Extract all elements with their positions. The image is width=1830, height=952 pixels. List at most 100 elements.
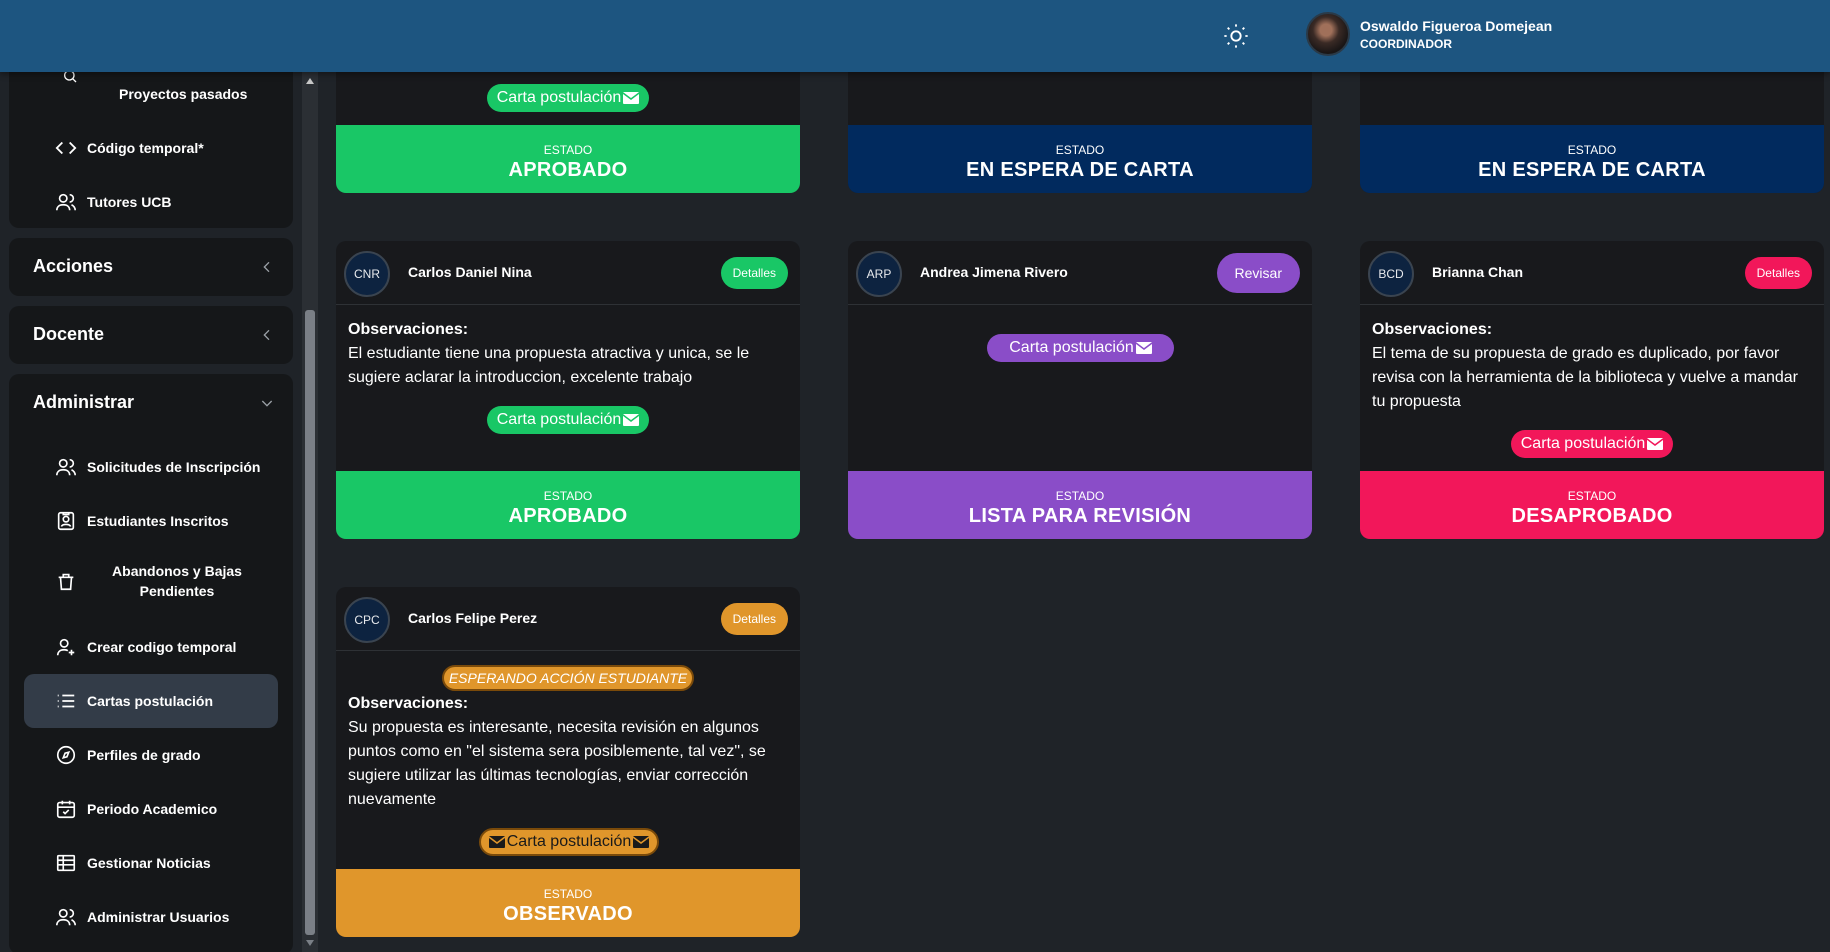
sidebar-item-label: Gestionar Noticias (87, 855, 211, 871)
trash-icon (58, 573, 74, 591)
section-administrar: Administrar Solicitudes de Inscripción E… (9, 374, 293, 952)
chevron-left-icon (263, 261, 270, 273)
sidebar-item-noticias[interactable]: Gestionar Noticias (24, 836, 278, 890)
users-icon (56, 458, 76, 476)
scroll-up-arrow[interactable] (306, 78, 314, 84)
status-label: ESTADO (543, 143, 593, 157)
envelope-icon (623, 414, 640, 426)
sidebar-panel-top: Proyectos pasados Código temporal* Tutor… (9, 62, 293, 228)
envelope-icon (1135, 342, 1152, 354)
status-value: EN ESPERA DE CARTA (1478, 159, 1706, 181)
list-icon (57, 694, 75, 708)
sidebar-item-label: Tutores UCB (87, 194, 172, 210)
scroll-down-arrow[interactable] (306, 940, 314, 946)
status-label: ESTADO (1055, 489, 1105, 503)
sun-icon[interactable] (1222, 22, 1250, 50)
sidebar: Proyectos pasados Código temporal* Tutor… (0, 62, 300, 952)
sidebar-item-label: Cartas postulación (87, 693, 214, 709)
id-badge-icon (57, 511, 75, 531)
chevron-left-icon (263, 329, 270, 341)
observations-title: Observaciones: (348, 321, 469, 338)
carta-postulacion-button[interactable]: Carta postulación (487, 406, 649, 434)
user-role: COORDINADOR (1360, 36, 1452, 51)
sidebar-item-cartas-postulacion[interactable]: Cartas postulación (24, 674, 278, 728)
carta-label: Carta postulación (1520, 435, 1646, 452)
carta-postulacion-button[interactable]: Carta postulación (487, 84, 649, 112)
section-title[interactable]: Administrar (33, 392, 134, 413)
details-button[interactable]: Detalles (720, 603, 788, 635)
card-andrea-jimena-rivero: ARP Andrea Jimena Rivero Revisar Carta p… (848, 241, 1312, 539)
sidebar-item-proyectos-pasados[interactable]: Proyectos pasados (24, 70, 278, 116)
sidebar-item-perfiles[interactable]: Perfiles de grado (24, 728, 278, 782)
status-label: ESTADO (1055, 143, 1105, 157)
compass-icon (56, 745, 76, 765)
carta-postulacion-button[interactable]: Carta postulación (1511, 430, 1673, 458)
carta-label: Carta postulación (496, 89, 622, 106)
carta-postulacion-button[interactable]: Carta postulación (479, 828, 659, 856)
status-bar: ESTADO EN ESPERA DE CARTA (848, 125, 1312, 193)
sidebar-item-tutores-ucb[interactable]: Tutores UCB (24, 175, 278, 229)
sidebar-item-label: Código temporal* (87, 140, 204, 156)
sidebar-item-label: Perfiles de grado (87, 747, 201, 763)
sidebar-item-abandonos[interactable]: Abandonos y Bajas Pendientes (24, 548, 278, 614)
student-name: Andrea Jimena Rivero (920, 264, 1068, 280)
user-menu[interactable]: Oswaldo Figueroa Domejean COORDINADOR (1306, 12, 1552, 56)
status-bar: ESTADO OBSERVADO (336, 869, 800, 937)
status-bar: ESTADO APROBADO (336, 471, 800, 539)
scroll-thumb[interactable] (305, 310, 315, 935)
sidebar-item-solicitudes[interactable]: Solicitudes de Inscripción (24, 440, 278, 494)
envelope-icon (488, 836, 505, 848)
sidebar-item-label: Abandonos y Bajas Pendientes (112, 563, 242, 599)
avatar: BCD (1368, 251, 1414, 297)
sidebar-item-label: Solicitudes de Inscripción (87, 459, 261, 475)
status-bar: ESTADO DESAPROBADO (1360, 471, 1824, 539)
student-name: Brianna Chan (1432, 264, 1524, 280)
details-button[interactable]: Detalles (720, 257, 788, 289)
details-button[interactable]: Detalles (1744, 257, 1812, 289)
status-value: EN ESPERA DE CARTA (966, 159, 1194, 181)
status-value: DESAPROBADO (1511, 505, 1673, 527)
calendar-icon (56, 800, 76, 819)
student-name: Carlos Felipe Perez (408, 610, 538, 626)
status-badge: ESPERANDO ACCIÓN ESTUDIANTE (442, 665, 694, 691)
sidebar-item-codigo-temporal[interactable]: Código temporal* (24, 121, 278, 175)
card-carlos-felipe-perez: CPC Carlos Felipe Perez Detalles ESPERAN… (336, 587, 800, 937)
status-bar: ESTADO EN ESPERA DE CARTA (1360, 125, 1824, 193)
status-value: APROBADO (508, 159, 628, 181)
observations-text: El tema de su propuesta de grado es dupl… (1372, 345, 1799, 410)
card-header: ARP Andrea Jimena Rivero Revisar (848, 241, 1312, 305)
sidebar-item-usuarios[interactable]: Administrar Usuarios (24, 890, 278, 944)
status-value: APROBADO (508, 505, 628, 527)
avatar: ARP (856, 251, 902, 297)
status-label: ESTADO (1567, 489, 1617, 503)
users-icon (56, 193, 76, 211)
card-header: CPC Carlos Felipe Perez Detalles (336, 587, 800, 651)
status-bar: ESTADO LISTA PARA REVISIÓN (848, 471, 1312, 539)
status-label: ESTADO (543, 887, 593, 901)
status-label: ESTADO (543, 489, 593, 503)
sidebar-item-estudiantes-inscritos[interactable]: Estudiantes Inscritos (24, 494, 278, 548)
review-button[interactable]: Revisar (1216, 253, 1300, 293)
sidebar-item-label: Administrar Usuarios (87, 909, 230, 925)
avatar[interactable] (1306, 12, 1350, 56)
envelope-icon (633, 836, 650, 848)
observations-title: Observaciones: (1372, 321, 1493, 338)
status-label: ESTADO (1567, 143, 1617, 157)
status-value: OBSERVADO (503, 903, 633, 925)
sidebar-item-periodo[interactable]: Periodo Academico (24, 782, 278, 836)
chevron-down-icon[interactable] (259, 395, 275, 411)
sidebar-item-crear-codigo[interactable]: Crear codigo temporal (24, 620, 278, 674)
sidebar-scrollbar[interactable] (302, 72, 318, 952)
section-docente[interactable]: Docente (9, 306, 293, 364)
observations-text: El estudiante tiene una propuesta atract… (348, 345, 750, 386)
code-icon (55, 141, 77, 155)
card-header: BCD Brianna Chan Detalles (1360, 241, 1824, 305)
carta-postulacion-button[interactable]: Carta postulación (987, 334, 1174, 362)
table-icon (56, 854, 76, 872)
users-icon (56, 908, 76, 926)
sidebar-item-label: Proyectos pasados (119, 86, 248, 102)
section-title: Docente (33, 324, 105, 344)
section-acciones[interactable]: Acciones (9, 238, 293, 296)
sidebar-item-label: Estudiantes Inscritos (87, 513, 229, 529)
card-carlos-daniel-nina: CNR Carlos Daniel Nina Detalles Observac… (336, 241, 800, 539)
